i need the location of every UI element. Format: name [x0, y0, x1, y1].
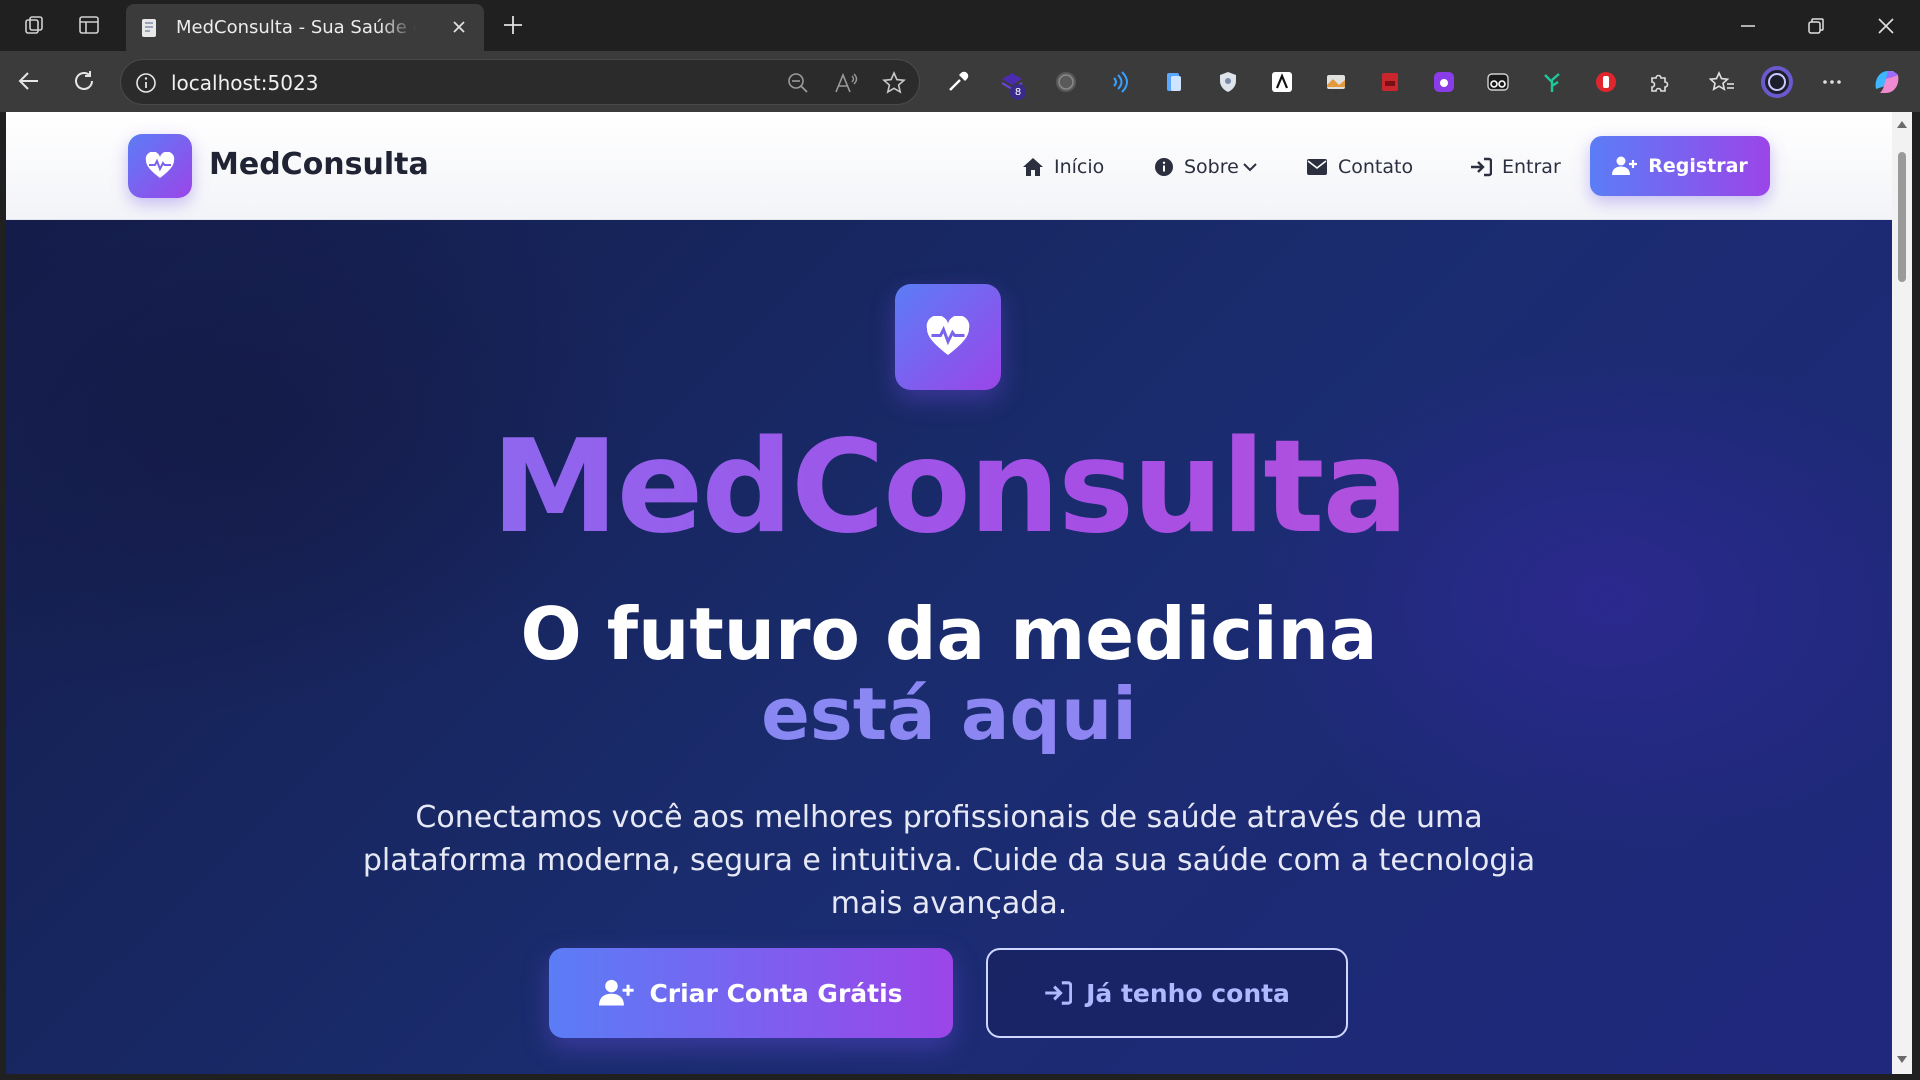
extension-badge: 8	[1010, 84, 1026, 100]
more-menu-icon[interactable]	[1818, 68, 1846, 96]
address-bar[interactable]: localhost:5023	[120, 59, 920, 105]
nav-login-link[interactable]: Entrar	[1470, 152, 1561, 182]
favorite-star-icon[interactable]	[881, 70, 907, 96]
url-text[interactable]: localhost:5023	[171, 71, 318, 95]
hero-subtitle-line2: está aqui	[6, 672, 1892, 756]
register-label: Registrar	[1648, 155, 1748, 177]
gallery-extension-icon[interactable]	[1322, 68, 1350, 96]
nav-about-label: Sobre	[1184, 156, 1239, 178]
browser-titlebar: MedConsulta - Sua Saúde em Primeiro Luga…	[0, 0, 1920, 51]
page-scrollbar[interactable]	[1892, 112, 1912, 1074]
hero-description: Conectamos você aos melhores profissiona…	[362, 800, 1536, 921]
page-viewport: MedConsulta Início Sobre Contato Entrar …	[6, 112, 1892, 1074]
reload-icon[interactable]	[67, 64, 101, 98]
nav-contact-link[interactable]: Contato	[1306, 152, 1413, 182]
tree-extension-icon[interactable]	[1538, 68, 1566, 96]
nav-home-label: Início	[1054, 156, 1105, 178]
user-plus-icon	[599, 979, 635, 1006]
sign-in-icon	[1471, 157, 1492, 177]
have-account-label: Já tenho conta	[1086, 978, 1290, 1008]
back-icon[interactable]	[12, 64, 46, 98]
chevron-down-icon	[1243, 163, 1257, 172]
register-button[interactable]: Registrar	[1590, 136, 1770, 196]
font-extension-icon[interactable]	[1268, 68, 1296, 96]
hero-subtitle-line1: O futuro da medicina	[520, 592, 1378, 676]
info-circle-icon	[1155, 158, 1173, 176]
shield-extension-icon[interactable]	[1214, 68, 1242, 96]
read-aloud-icon[interactable]	[833, 70, 859, 96]
browser-toolbar: localhost:5023 8	[0, 51, 1920, 112]
color-picker-extension-icon[interactable]	[944, 68, 972, 96]
pdf-extension-icon[interactable]	[1376, 68, 1404, 96]
signal-extension-icon[interactable]	[1106, 68, 1134, 96]
page-favicon-icon	[138, 16, 162, 40]
hero-section: MedConsulta O futuro da medicina está aq…	[6, 220, 1892, 1074]
scroll-up-icon[interactable]	[1896, 118, 1908, 130]
profile-avatar[interactable]	[1760, 65, 1794, 99]
new-tab-icon[interactable]	[498, 10, 528, 40]
hero-heart-pulse-icon	[895, 284, 1001, 390]
browser-tab-active[interactable]: MedConsulta - Sua Saúde em Primeiro Luga…	[126, 4, 484, 51]
window-bottom-edge	[0, 1074, 1920, 1080]
stop-hand-extension-icon[interactable]	[1592, 68, 1620, 96]
nav-login-label: Entrar	[1502, 156, 1561, 178]
restore-icon[interactable]	[1796, 8, 1836, 44]
scrollbar-thumb[interactable]	[1898, 152, 1906, 282]
tab-actions-icon[interactable]	[76, 12, 102, 38]
glasses-extension-icon[interactable]	[1484, 68, 1512, 96]
create-account-button[interactable]: Criar Conta Grátis	[549, 948, 953, 1038]
copilot-icon[interactable]	[1870, 65, 1904, 99]
brand-logo-heart-pulse-icon[interactable]	[128, 134, 192, 198]
scroll-down-icon[interactable]	[1896, 1054, 1908, 1066]
minimize-icon[interactable]	[1728, 8, 1768, 44]
create-account-label: Criar Conta Grátis	[649, 978, 903, 1008]
sign-in-icon	[1045, 981, 1073, 1005]
tab-title: MedConsulta - Sua Saúde em Primeiro Luga…	[176, 17, 416, 38]
notes-extension-icon[interactable]	[1160, 68, 1188, 96]
brand-name[interactable]: MedConsulta	[209, 147, 429, 182]
extensions-puzzle-icon[interactable]	[1646, 68, 1674, 96]
envelope-icon	[1307, 159, 1327, 175]
tab-close-icon[interactable]	[448, 16, 470, 38]
site-info-icon[interactable]	[133, 70, 159, 96]
workspaces-icon[interactable]	[22, 12, 48, 38]
home-icon	[1023, 158, 1043, 176]
zoom-icon[interactable]	[785, 70, 811, 96]
site-header: MedConsulta Início Sobre Contato Entrar …	[6, 112, 1892, 220]
favorites-icon[interactable]	[1708, 68, 1736, 96]
nav-home-link[interactable]: Início	[1022, 152, 1104, 182]
have-account-button[interactable]: Já tenho conta	[986, 948, 1348, 1038]
user-plus-icon	[1612, 156, 1638, 175]
wordpress-extension-icon[interactable]	[1052, 68, 1080, 96]
nav-contact-label: Contato	[1338, 156, 1414, 178]
camera-extension-icon[interactable]	[1430, 68, 1458, 96]
nav-about-dropdown[interactable]: Sobre	[1154, 152, 1257, 182]
hero-title: MedConsulta	[6, 418, 1892, 558]
close-window-icon[interactable]	[1866, 8, 1906, 44]
